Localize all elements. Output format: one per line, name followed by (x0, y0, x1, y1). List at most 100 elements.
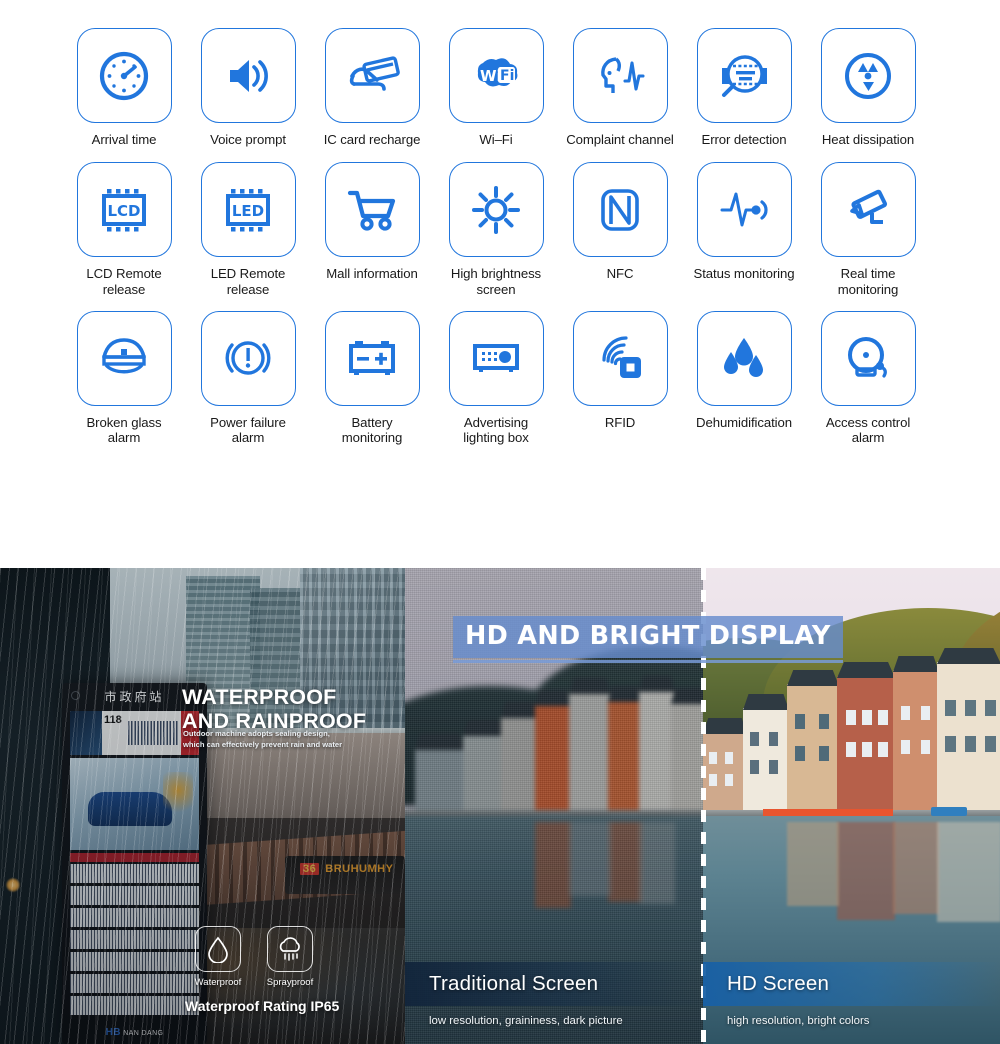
icon-box (76, 310, 172, 406)
building (743, 694, 789, 812)
bus-route-number: 36 (300, 863, 320, 875)
feature-item-access-control-alarm[interactable]: Access control alarm (806, 310, 930, 446)
feature-label: IC card recharge (323, 132, 421, 147)
traditional-screen-caption: Traditional Screen low resolution, grain… (405, 962, 702, 1044)
building (569, 678, 611, 812)
svg-text:LED: LED (232, 202, 264, 220)
icon-box (820, 162, 916, 258)
feature-item-arrival-time[interactable]: Arrival time (62, 28, 186, 147)
lcd-chip-icon: LCD (102, 188, 146, 232)
building (535, 690, 571, 812)
feature-item-voice-prompt[interactable]: Voice prompt (186, 28, 310, 147)
police-cap-icon (102, 338, 146, 374)
feature-item-high-brightness-screen[interactable]: High brightness screen (434, 162, 558, 297)
feature-item-battery-monitoring[interactable]: Battery monitoring (310, 310, 434, 446)
kiosk-schedule-bars (128, 721, 179, 745)
feature-label: Dehumidification (696, 414, 792, 430)
ad-car-graphic (88, 792, 172, 826)
icon-box (200, 310, 296, 406)
svg-text:Fi: Fi (500, 68, 514, 84)
icon-box (820, 310, 916, 406)
shopping-cart-icon (347, 190, 396, 231)
feature-item-dehumidification[interactable]: Dehumidification (682, 310, 806, 430)
led-chip-icon: LED (226, 188, 270, 232)
badge-label: Waterproof (194, 977, 242, 988)
icon-box (696, 28, 792, 123)
icon-box (76, 28, 172, 123)
feature-item-wifi[interactable]: Wi Fi Wi–Fi (434, 28, 558, 147)
feature-item-status-monitoring[interactable]: Status monitoring (682, 162, 806, 281)
feature-item-rfid[interactable]: RFID (558, 310, 682, 430)
gauge-dashboard-icon (99, 51, 149, 100)
icon-box (200, 28, 296, 123)
sun-brightness-icon (472, 185, 520, 234)
building (937, 648, 1000, 812)
feature-label: Heat dissipation (821, 132, 915, 147)
waterproof-badge-group: Waterproof Sprayproof (30, 926, 375, 988)
building (787, 670, 839, 812)
hd-screen-caption: HD Screen high resolution, bright colors (703, 962, 1000, 1044)
feature-item-led-remote-release[interactable]: LED LED Remote release (186, 162, 310, 297)
water-drop-outline-icon (208, 936, 228, 963)
water-reflection (893, 822, 939, 914)
building (703, 718, 747, 812)
water-reflection (639, 822, 675, 904)
badge-box (267, 926, 313, 972)
feature-label: RFID (604, 414, 636, 430)
caption-description: high resolution, bright colors (727, 1015, 870, 1027)
feature-label: Error detection (701, 132, 787, 147)
feature-row-1: Arrival time Voice prompt IC card rechar… (0, 28, 1000, 147)
speaker-volume-icon (230, 59, 268, 92)
water-reflection (787, 822, 839, 906)
icon-box: LCD (76, 162, 172, 258)
waterproof-banner-panel: 36 BRUHUMHY 市政府站 118 HB NAN DANG WATERPR… (0, 568, 405, 1044)
icon-box: LED (200, 162, 296, 258)
feature-label: Voice prompt (210, 132, 286, 147)
caption-title: Traditional Screen (429, 972, 599, 995)
alarm-bell-icon (848, 337, 887, 379)
pulse-monitor-icon (720, 192, 768, 227)
feature-item-power-failure-alarm[interactable]: Power failure alarm (186, 310, 310, 446)
kiosk-route-number: 118 (104, 714, 122, 726)
feature-item-real-time-monitoring[interactable]: Real time monitoring (806, 162, 930, 297)
light-box-icon (473, 344, 519, 373)
feature-item-nfc[interactable]: NFC (558, 162, 682, 281)
schedule-row (70, 886, 199, 905)
feature-item-lcd-remote-release[interactable]: LCD LCD Remote release (62, 162, 186, 297)
cctv-camera-icon (850, 189, 888, 224)
feature-label: Advertising lighting box (463, 414, 529, 446)
badge-box (195, 926, 241, 972)
face-voice-wave-icon (601, 56, 645, 93)
moored-boat (931, 807, 967, 816)
feature-item-advertising-lighting-box[interactable]: Advertising lighting box (434, 310, 558, 446)
feature-item-complaint-channel[interactable]: Complaint channel (558, 28, 682, 147)
street-lamp-glow (6, 878, 20, 892)
feature-item-broken-glass-alarm[interactable]: Broken glass alarm (62, 310, 186, 446)
feature-label: High brightness screen (450, 266, 542, 297)
radiation-fan-icon (845, 52, 891, 99)
building (639, 676, 675, 812)
kiosk-thumbnail (70, 711, 102, 755)
building (608, 686, 642, 812)
kiosk-camera-icon (71, 691, 80, 700)
icon-box (572, 28, 668, 123)
building (837, 662, 895, 812)
bus-destination-text: BRUHUMHY (325, 863, 394, 875)
icon-box (324, 310, 420, 406)
battery-icon (349, 341, 395, 376)
schedule-row (70, 996, 199, 1015)
feature-item-mall-information[interactable]: Mall information (310, 162, 434, 281)
feature-item-error-detection[interactable]: Error detection (682, 28, 806, 147)
waterproof-subtitle: Outdoor machine adopts sealing design, w… (183, 729, 343, 750)
quay-barriers (763, 809, 893, 816)
feature-label: Complaint channel (566, 132, 674, 147)
icon-box (324, 28, 420, 123)
ad-foliage-graphic (163, 772, 193, 818)
water-reflection (535, 822, 571, 908)
feature-label: LED Remote release (210, 266, 286, 297)
caption-title: HD Screen (727, 972, 830, 995)
feature-item-ic-card-recharge[interactable]: IC card recharge (310, 28, 434, 147)
feature-label: Access control alarm (825, 414, 911, 446)
feature-item-heat-dissipation[interactable]: Heat dissipation (806, 28, 930, 147)
caption-bar: Traditional Screen (405, 962, 702, 1006)
